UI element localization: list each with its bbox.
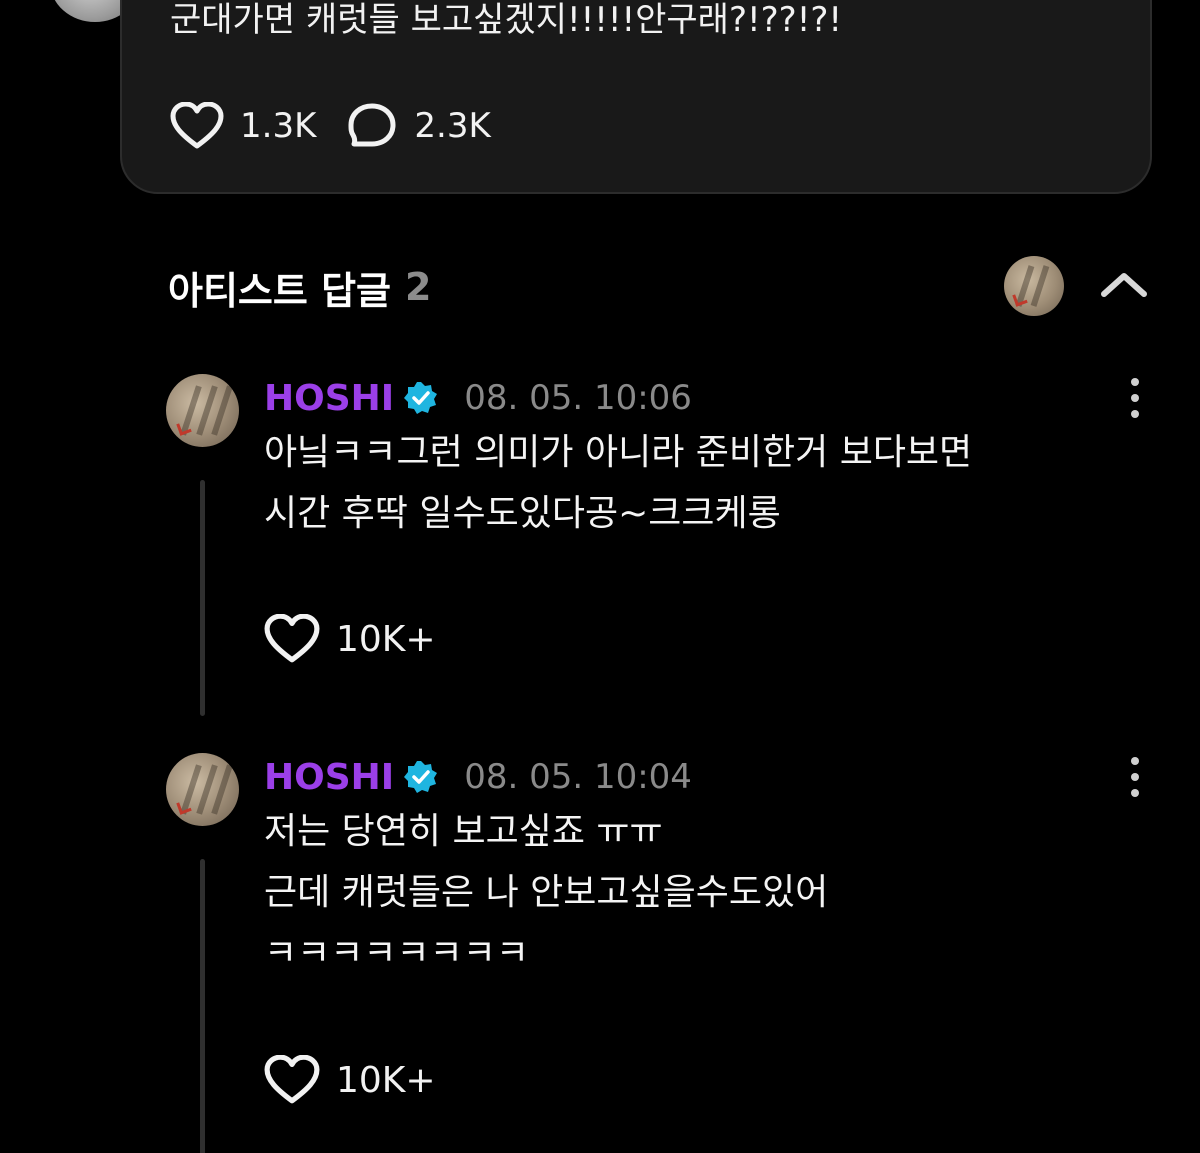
artist-avatar <box>1004 256 1064 316</box>
collapse-button[interactable] <box>1096 264 1152 304</box>
vertical-ellipsis-icon[interactable] <box>1128 757 1142 797</box>
reply-timestamp: 08. 05. 10:06 <box>464 378 692 418</box>
verified-badge-icon <box>404 381 438 415</box>
heart-icon <box>264 614 320 663</box>
artist-replies-header: 아티스트 답글 2 <box>168 256 1152 316</box>
section-reply-count: 2 <box>405 265 432 309</box>
post-text: 군대가면 캐럿들 보고싶겠지!!!!!안구래?!??!?! <box>170 0 843 40</box>
post-comment-button[interactable]: 2.3K <box>346 102 491 150</box>
thread-line <box>200 859 205 1153</box>
post-comment-count: 2.3K <box>414 106 491 146</box>
heart-icon <box>264 1055 320 1104</box>
post-actions: 1.3K 2.3K <box>170 102 521 150</box>
reply-header: HOSHI 08. 05. 10:04 <box>264 753 692 801</box>
reply-like-count: 10K+ <box>336 1059 436 1101</box>
verified-badge-icon <box>404 760 438 794</box>
reply-body: 저는 당연히 보고싶죠 ㅠㅠ 근데 캐럿들은 나 안보고싶을수도있어 ㅋㅋㅋㅋㅋ… <box>264 811 829 974</box>
reply-author[interactable]: HOSHI <box>264 378 394 419</box>
artist-replies-page: 군대가면 캐럿들 보고싶겠지!!!!!안구래?!??!?! 1.3K 2.3K … <box>0 0 1200 1153</box>
reply-like-button[interactable]: 10K+ <box>264 614 436 664</box>
original-post-card: 군대가면 캐럿들 보고싶겠지!!!!!안구래?!??!?! 1.3K 2.3K <box>120 0 1152 194</box>
post-like-count: 1.3K <box>240 106 317 146</box>
heart-icon <box>170 102 224 149</box>
section-title: 아티스트 답글 <box>168 268 391 313</box>
reply-author[interactable]: HOSHI <box>264 757 394 798</box>
reply-timestamp: 08. 05. 10:04 <box>464 757 692 797</box>
reply-header: HOSHI 08. 05. 10:06 <box>264 374 692 422</box>
post-like-button[interactable]: 1.3K <box>170 102 316 150</box>
chevron-up-icon <box>1101 273 1147 297</box>
reply-like-button[interactable]: 10K+ <box>264 1055 436 1105</box>
reply-like-count: 10K+ <box>336 618 436 660</box>
reply-item: HOSHI 08. 05. 10:06 아닠ㅋㅋ그런 의미가 아니라 준비한거 … <box>166 374 1160 724</box>
reply-body: 아닠ㅋㅋ그런 의미가 아니라 준비한거 보다보면 시간 후딱 일수도있다공~크크… <box>264 432 973 534</box>
thread-line <box>200 480 205 716</box>
reply-avatar[interactable] <box>166 753 239 826</box>
reply-item: HOSHI 08. 05. 10:04 저는 당연히 보고싶죠 ㅠㅠ 근데 캐럿… <box>166 753 1160 1153</box>
vertical-ellipsis-icon[interactable] <box>1128 378 1142 418</box>
reply-avatar[interactable] <box>166 374 239 447</box>
speech-bubble-icon <box>348 103 396 147</box>
